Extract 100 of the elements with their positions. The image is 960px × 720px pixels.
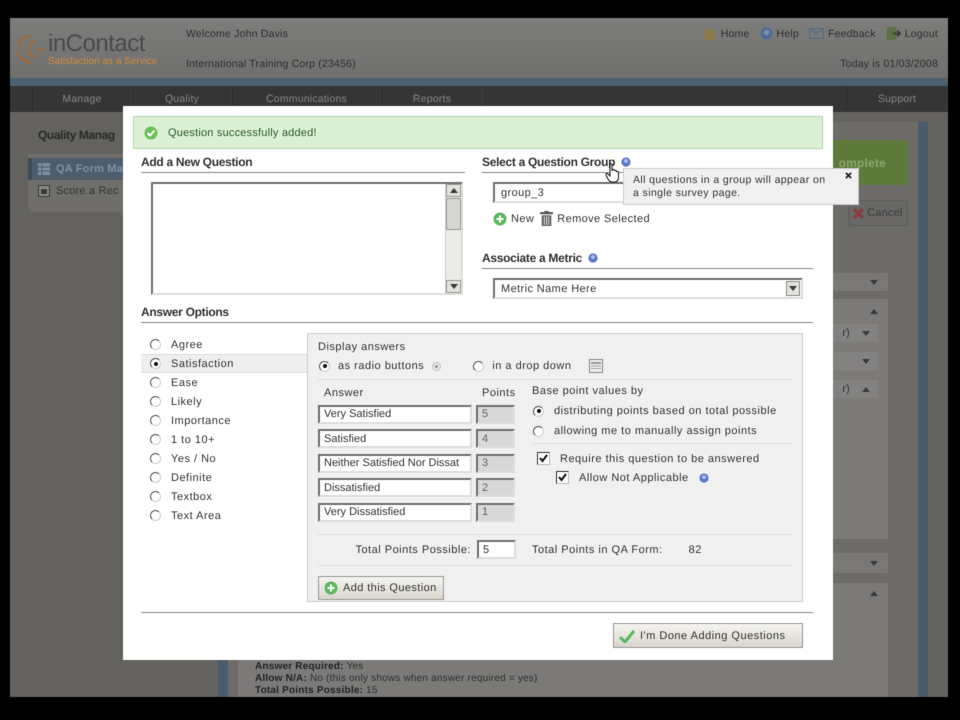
radio-label: distributing points based on total possible bbox=[554, 405, 777, 417]
points-field: 2 bbox=[476, 478, 515, 497]
radio-label: 1 to 10+ bbox=[171, 434, 216, 446]
radio-preview-icon bbox=[432, 362, 442, 370]
column-header: Answer bbox=[324, 387, 365, 399]
logo-icon bbox=[18, 33, 46, 65]
radio-button[interactable] bbox=[150, 472, 161, 483]
radio-label: Yes / No bbox=[171, 452, 216, 464]
field-label: Display answers bbox=[318, 341, 406, 353]
question-textarea[interactable] bbox=[151, 182, 463, 295]
radio-label: Likely bbox=[171, 396, 202, 408]
answer-type-row[interactable]: Textbox bbox=[141, 487, 307, 506]
plus-icon bbox=[493, 212, 507, 226]
help-icon[interactable] bbox=[621, 157, 632, 167]
date-text: Today is 01/03/2008 bbox=[840, 58, 938, 70]
answer-field[interactable]: Very Dissatisfied bbox=[318, 502, 472, 522]
field-label: Total Points Possible: bbox=[355, 544, 471, 556]
points-field: 4 bbox=[476, 429, 515, 448]
radio-label: in a drop down bbox=[492, 360, 572, 372]
answer-type-row[interactable]: Text Area bbox=[141, 506, 307, 525]
logo-tagline: Satisfaction as a Service bbox=[48, 56, 158, 66]
check-circle-icon bbox=[144, 126, 158, 140]
help-icon bbox=[760, 27, 773, 40]
checkbox[interactable] bbox=[556, 471, 569, 484]
column-header: Points bbox=[482, 387, 516, 399]
metric-select[interactable]: Metric Name Here bbox=[493, 278, 803, 299]
summary-line: Answer Required: Yes bbox=[255, 661, 365, 673]
radio-button[interactable] bbox=[150, 396, 161, 407]
plus-icon bbox=[324, 580, 338, 594]
answer-type-row[interactable]: Importance bbox=[141, 411, 307, 430]
company-name: International Training Corp (23456) bbox=[186, 58, 356, 70]
radio-label: Agree bbox=[171, 338, 203, 350]
caret-icon bbox=[450, 284, 458, 289]
field-label: Base point values by bbox=[532, 385, 644, 397]
answer-type-row[interactable]: Likely bbox=[141, 392, 307, 411]
add-question-button[interactable]: Add this Question bbox=[318, 576, 444, 600]
answer-type-row[interactable]: Definite bbox=[141, 468, 307, 487]
checkmark-icon bbox=[619, 628, 635, 642]
checkbox-label: Require this question to be answered bbox=[560, 452, 760, 464]
caret-icon bbox=[870, 280, 878, 284]
answer-type-row[interactable]: Yes / No bbox=[141, 449, 307, 468]
welcome-text: Welcome John Davis bbox=[186, 28, 290, 40]
caret-icon bbox=[862, 386, 870, 392]
close-icon bbox=[853, 208, 864, 218]
radio-button[interactable] bbox=[150, 510, 161, 521]
action-link[interactable]: Remove Selected bbox=[557, 212, 650, 224]
exit-icon bbox=[886, 26, 901, 41]
radio-button[interactable] bbox=[473, 360, 484, 372]
total-value: 82 bbox=[688, 544, 702, 556]
radio-button[interactable] bbox=[150, 377, 161, 388]
scrollbar[interactable] bbox=[445, 184, 461, 293]
radio-button[interactable] bbox=[150, 453, 161, 464]
checkbox-label: Allow Not Applicable bbox=[579, 472, 689, 484]
caret-icon bbox=[450, 188, 458, 193]
radio-button[interactable] bbox=[150, 415, 161, 426]
radio-button[interactable] bbox=[150, 358, 161, 369]
envelope-icon bbox=[808, 28, 824, 39]
caret-icon bbox=[870, 309, 878, 314]
caret-icon bbox=[789, 286, 797, 291]
points-field: 5 bbox=[476, 404, 515, 424]
answer-field[interactable]: Neither Satisfied Nor Dissat bbox=[318, 454, 472, 472]
close-icon[interactable] bbox=[845, 172, 852, 179]
radio-button[interactable] bbox=[150, 491, 161, 502]
section-heading: Associate a Metric bbox=[482, 251, 582, 265]
answer-type-row[interactable]: Agree bbox=[141, 335, 307, 354]
radio-label: Text Area bbox=[171, 510, 222, 522]
answer-type-row[interactable]: Satisfaction bbox=[141, 354, 307, 373]
radio-label: Textbox bbox=[171, 490, 212, 502]
points-field: 1 bbox=[476, 502, 515, 522]
radio-label: Definite bbox=[171, 472, 212, 484]
done-button[interactable]: I'm Done Adding Questions bbox=[613, 623, 803, 648]
caret-icon bbox=[870, 560, 878, 566]
answer-type-row[interactable]: Ease bbox=[141, 373, 307, 392]
calendar-icon bbox=[38, 185, 50, 197]
help-icon[interactable] bbox=[698, 472, 709, 482]
trash-icon bbox=[540, 211, 554, 226]
radio-button[interactable] bbox=[533, 426, 544, 436]
radio-button[interactable] bbox=[533, 406, 544, 416]
total-points-field[interactable]: 5 bbox=[477, 540, 516, 559]
help-icon[interactable] bbox=[588, 253, 598, 263]
summary-line: Allow N/A: No (this only shows when answer required = yes) bbox=[255, 673, 539, 685]
answer-field[interactable]: Satisfied bbox=[318, 429, 472, 448]
answer-type-row[interactable]: 1 to 10+ bbox=[141, 430, 307, 449]
success-message: Question successfully added! bbox=[168, 126, 317, 138]
radio-button[interactable] bbox=[150, 434, 161, 445]
action-link[interactable]: New bbox=[511, 212, 534, 224]
table-icon bbox=[38, 163, 50, 175]
checkbox[interactable] bbox=[537, 452, 550, 465]
summary-line: Total Points Possible: 15 bbox=[255, 685, 379, 697]
radio-label: allowing me to manually assign points bbox=[554, 425, 758, 437]
points-field: 3 bbox=[476, 454, 515, 472]
radio-label: Satisfaction bbox=[171, 358, 234, 370]
answer-field[interactable]: Very Satisfied bbox=[318, 404, 472, 424]
answer-field[interactable]: Dissatisfied bbox=[318, 478, 472, 497]
house-icon bbox=[702, 27, 717, 40]
caret-icon bbox=[862, 358, 870, 364]
radio-button[interactable] bbox=[319, 360, 330, 372]
radio-label: Importance bbox=[171, 414, 232, 426]
page-title: Quality Manag bbox=[38, 128, 115, 142]
radio-button[interactable] bbox=[150, 339, 161, 350]
